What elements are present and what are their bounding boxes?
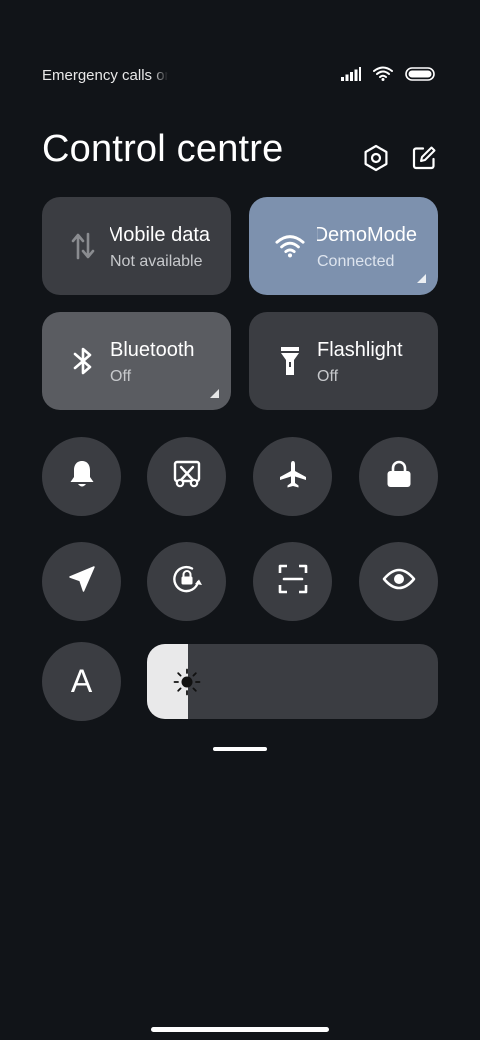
- airplane-icon: [278, 459, 308, 494]
- eye-icon: [382, 567, 416, 596]
- page-indicator: [213, 747, 267, 751]
- toggle-scanner[interactable]: [253, 542, 332, 621]
- bluetooth-icon: [68, 345, 98, 377]
- tile-sublabel: Connected: [317, 253, 395, 270]
- wifi-icon: [373, 66, 393, 86]
- settings-hexagon-icon: [363, 144, 389, 177]
- auto-brightness-icon: A: [70, 663, 93, 699]
- toggle-mute[interactable]: [42, 437, 121, 516]
- tile-wifi[interactable]: DemoMode Connected: [249, 197, 438, 295]
- scan-icon: [278, 564, 308, 599]
- sun-icon: [173, 668, 201, 696]
- tile-bluetooth[interactable]: Bluetooth Off: [42, 312, 231, 410]
- battery-icon: [405, 66, 435, 86]
- lock-icon: [386, 459, 412, 494]
- header-actions: [362, 144, 438, 176]
- toggle-screenshot[interactable]: [147, 437, 226, 516]
- carrier-status-text: Emergency calls only: [42, 67, 168, 84]
- tile-flashlight[interactable]: Flashlight Off: [249, 312, 438, 410]
- location-icon: [68, 565, 96, 598]
- edit-button[interactable]: [410, 144, 438, 176]
- edit-icon: [412, 146, 436, 175]
- cellular-signal-icon: [341, 66, 361, 86]
- flashlight-icon: [275, 345, 305, 377]
- settings-button[interactable]: [362, 144, 390, 176]
- toggle-rotation-lock[interactable]: [147, 542, 226, 621]
- screenshot-icon: [173, 460, 201, 493]
- expand-corner-indicator: [417, 274, 426, 283]
- auto-brightness-button[interactable]: A: [42, 642, 121, 721]
- tile-sublabel: Off: [317, 368, 339, 385]
- wifi-icon: [275, 230, 305, 262]
- tile-label: Flashlight: [317, 339, 403, 361]
- tile-label: Mobile data: [110, 224, 210, 246]
- toggle-reading-mode[interactable]: [359, 542, 438, 621]
- home-indicator[interactable]: [151, 1027, 329, 1032]
- status-icons: [341, 66, 435, 86]
- bell-icon: [68, 459, 96, 494]
- rotation-lock-icon: [170, 562, 204, 601]
- page-title: Control centre: [42, 128, 284, 170]
- tile-label: Bluetooth: [110, 339, 195, 361]
- toggle-airplane-mode[interactable]: [253, 437, 332, 516]
- tile-sublabel: Off: [110, 368, 132, 385]
- brightness-slider[interactable]: [147, 644, 438, 719]
- expand-corner-indicator: [210, 389, 219, 398]
- tile-sublabel: Not available: [110, 253, 203, 270]
- tile-label: DemoMode: [317, 224, 417, 246]
- toggle-location[interactable]: [42, 542, 121, 621]
- toggle-lock-screen[interactable]: [359, 437, 438, 516]
- mobile-data-icon: [68, 230, 98, 262]
- tile-mobile-data[interactable]: Mobile data Not available: [42, 197, 231, 295]
